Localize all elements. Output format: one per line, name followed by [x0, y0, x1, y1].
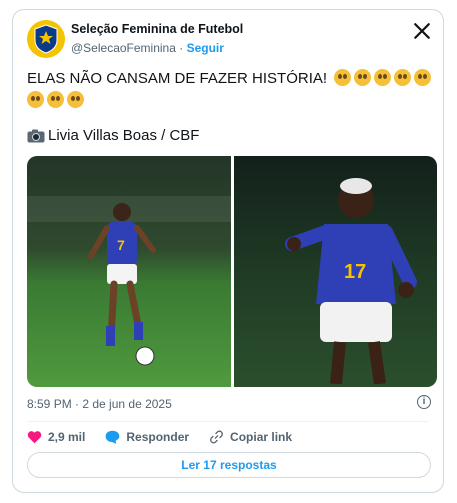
- account-handle[interactable]: @SelecaoFeminina: [71, 41, 176, 55]
- camera-icon: [27, 129, 45, 142]
- like-count: 2,9 mil: [48, 430, 86, 444]
- separator: ·: [179, 41, 184, 55]
- like-button[interactable]: 2,9 mil: [27, 430, 85, 444]
- player-figure-icon: 7: [88, 203, 156, 366]
- read-replies-button[interactable]: Ler 17 respostas: [27, 452, 431, 478]
- photo-credit-text: Livia Villas Boas / CBF: [48, 127, 200, 144]
- account-name[interactable]: Seleção Feminina de Futebol: [71, 22, 243, 36]
- jersey-number-right: 17: [344, 261, 366, 283]
- x-logo-icon[interactable]: [413, 22, 431, 40]
- heart-icon: [27, 431, 42, 444]
- pleading-face-emoji-icon: [47, 91, 64, 108]
- reply-label: Responder: [126, 430, 190, 444]
- cbf-crest-icon: [34, 24, 58, 54]
- info-icon[interactable]: i: [417, 395, 431, 409]
- reply-button[interactable]: Responder: [105, 430, 189, 444]
- pleading-face-emoji-icon: [414, 69, 432, 86]
- media-grid: 7 17: [27, 156, 437, 387]
- player-figure-icon: 17: [284, 178, 417, 384]
- pleading-face-emoji-icon: [394, 69, 412, 86]
- copy-link-label: Copiar link: [230, 430, 293, 444]
- pleading-face-emoji-icon: [67, 91, 84, 108]
- copy-link-button[interactable]: Copiar link: [209, 430, 292, 444]
- tweet-text-content: ELAS NÃO CANSAM DE FAZER HISTÓRIA!: [27, 70, 328, 87]
- photo-player-dribbling[interactable]: 7: [27, 156, 231, 387]
- link-icon: [210, 430, 223, 444]
- photo-credit: Livia Villas Boas / CBF: [27, 127, 199, 144]
- tweet-card: Seleção Feminina de Futebol @SelecaoFemi…: [12, 9, 444, 493]
- photo-player-celebrating[interactable]: 17: [233, 156, 437, 387]
- pleading-face-emoji-icon: [374, 69, 392, 86]
- tweet-text: ELAS NÃO CANSAM DE FAZER HISTÓRIA!: [27, 68, 433, 112]
- tweet-timestamp[interactable]: 8:59 PM · 2 de jun de 2025: [27, 397, 172, 411]
- pleading-face-emoji-icon: [27, 91, 44, 108]
- pleading-face-emoji-icon: [334, 69, 352, 86]
- avatar[interactable]: [27, 20, 65, 58]
- follow-button[interactable]: Seguir: [187, 41, 224, 55]
- jersey-number-left: 7: [117, 237, 125, 253]
- divider: [27, 421, 429, 422]
- pleading-face-emoji-icon: [354, 69, 372, 86]
- reply-bubble-icon: [105, 430, 120, 444]
- action-bar: 2,9 mil Responder Copiar link: [27, 430, 312, 444]
- handle-row: @SelecaoFeminina · Seguir: [71, 41, 224, 55]
